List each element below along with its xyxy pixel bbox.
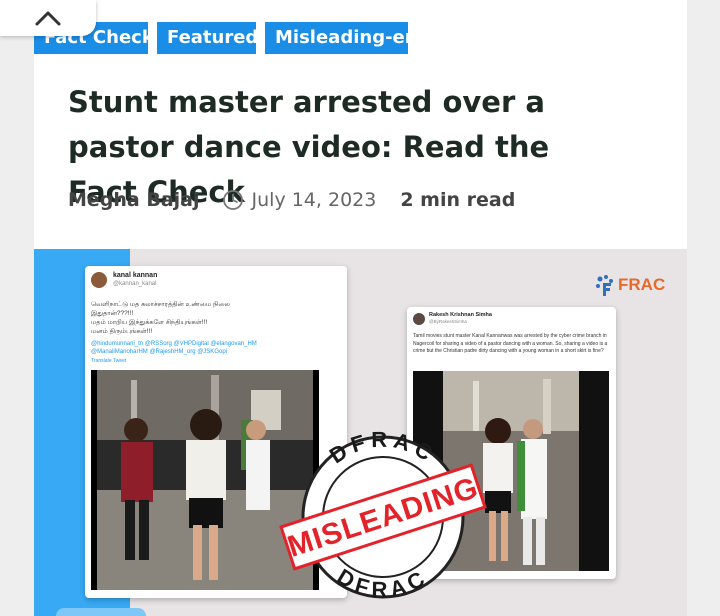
- mention-line: @hindumunnani_tn @RSSorg @VHPDigital @el…: [91, 341, 257, 347]
- tweet-left-mentions: @hindumunnani_tn @RSSorg @VHPDigital @el…: [91, 340, 331, 356]
- tweet-left-line: மதம் மாறிய இந்துக்களே சிந்தியுங்கள்!!!: [91, 319, 208, 326]
- frac-mark-icon: [596, 275, 613, 296]
- tweet-left-name: kanal kannan: [113, 272, 158, 279]
- tweet-left-line: மனம் திரும்புங்கள்!!!: [91, 328, 153, 335]
- featured-image: FRAC kanal kannan @kannan_kanal வெளிநாட்…: [34, 249, 687, 616]
- translate-link: Translate Tweet: [91, 358, 127, 364]
- clock-icon: [222, 190, 243, 210]
- mention-line: @ManaliManoharHM @RajeshHM_org @JSKGopi: [91, 349, 227, 355]
- tag-featured[interactable]: Featured: [157, 22, 258, 54]
- tag-misleading[interactable]: Misleading-en: [265, 22, 418, 54]
- tweet-left-line: இதுதான்???!!!: [91, 310, 134, 317]
- scroll-up-button[interactable]: [0, 0, 96, 36]
- publish-date: July 14, 2023: [251, 189, 377, 211]
- tweet-right-name: Rakesh Krishnan Simha: [429, 312, 492, 318]
- chevron-up-icon: [35, 11, 61, 26]
- tweet-right-handle: @ByRakeshSimha: [429, 319, 467, 324]
- author-name[interactable]: Megha Bajaj: [68, 189, 200, 211]
- frac-brand-text: FRAC: [618, 275, 666, 294]
- misleading-stamp: DFRAC DFRAC MISLEADING: [279, 427, 487, 602]
- tweet-left-text: வெளிநாட்டு மத கலாச்சாரத்தின் உண்மை நிலை …: [91, 300, 311, 336]
- frac-logo: FRAC: [594, 269, 674, 301]
- tweet-left-line: வெளிநாட்டு மத கலாச்சாரத்தின் உண்மை நிலை: [91, 301, 230, 308]
- avatar: [413, 313, 425, 325]
- avatar: [91, 272, 107, 288]
- tweet-right-text: Tamil movies stunt master Kanal Kannanwa…: [413, 333, 608, 354]
- article-meta: Megha Bajaj July 14, 2023 2 min read: [68, 185, 515, 215]
- bottom-indicator: [56, 608, 146, 616]
- tweet-left-handle: @kannan_kanal: [113, 281, 157, 287]
- read-time: 2 min read: [400, 189, 516, 211]
